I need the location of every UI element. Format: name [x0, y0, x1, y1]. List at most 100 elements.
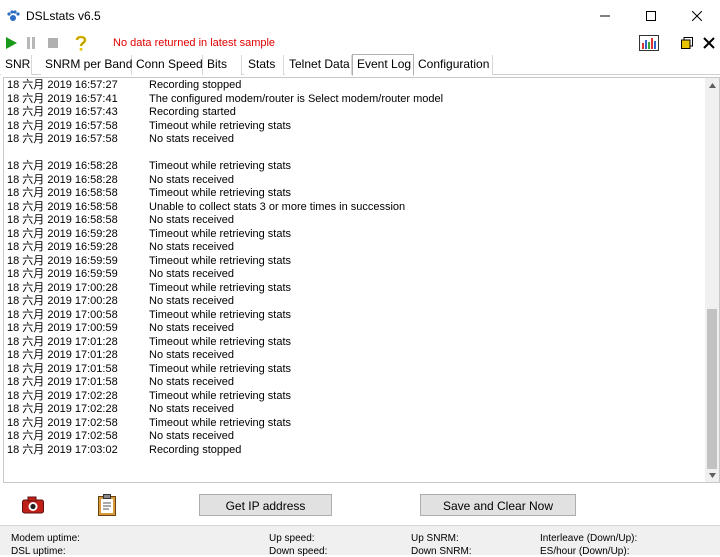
- tab-bits[interactable]: Bits: [203, 55, 242, 75]
- close-icon: [692, 11, 702, 21]
- log-entry: 18 六月 2019 16:59:28 No stats received: [7, 241, 707, 255]
- log-timestamp: 18 六月 2019 17:01:58: [7, 376, 118, 388]
- log-message: Timeout while retrieving stats: [149, 389, 292, 402]
- log-timestamp: 18 六月 2019 17:01:28: [7, 349, 118, 361]
- log-entry: 18 六月 2019 16:57:41 The configured modem/…: [7, 93, 707, 107]
- tab-configuration[interactable]: Configuration: [414, 55, 493, 75]
- log-timestamp: 18 六月 2019 16:57:41: [7, 92, 118, 105]
- log-message: No stats received: [149, 322, 234, 334]
- play-button[interactable]: [2, 34, 20, 52]
- chart-icon: [639, 35, 659, 51]
- camera-icon: [22, 496, 44, 514]
- restore-button[interactable]: [678, 34, 696, 52]
- log-entry: 18 六月 2019 16:58:58 Unable to collect sta…: [7, 201, 707, 215]
- log-timestamp: 18 六月 2019 16:57:58: [7, 119, 118, 132]
- log-entry: 18 六月 2019 16:57:43 Recording started: [7, 106, 707, 120]
- app-icon: [6, 9, 20, 23]
- event-log[interactable]: 18 六月 2019 16:57:27 Recording stopped 18 六…: [3, 77, 720, 483]
- down-snrm-label: Down SNRM:: [411, 546, 472, 557]
- log-entry: 18 六月 2019 16:57:58 Timeout while retriev…: [7, 120, 707, 134]
- interleave-label: Interleave (Down/Up):: [540, 533, 638, 544]
- log-entry: 18 六月 2019 16:58:58 No stats received: [7, 214, 707, 228]
- dsl-uptime-label: DSL uptime:: [11, 546, 66, 557]
- save-and-clear-button[interactable]: Save and Clear Now: [420, 494, 576, 516]
- log-timestamp: 18 六月 2019 16:58:58: [7, 214, 118, 226]
- log-entry: 18 六月 2019 17:00:59 No stats received: [7, 322, 707, 336]
- log-entry: 18 六月 2019 16:58:28 Timeout while retriev…: [7, 160, 707, 174]
- log-timestamp: 18 六月 2019 16:59:28: [7, 241, 118, 253]
- chevron-down-icon: [708, 472, 716, 478]
- log-timestamp: 18 六月 2019 17:03:02: [7, 443, 118, 456]
- log-message: Timeout while retrieving stats: [149, 119, 292, 132]
- maximize-button[interactable]: [628, 0, 674, 32]
- log-message: No stats received: [149, 173, 234, 186]
- minimize-button[interactable]: [582, 0, 628, 32]
- stats-footer: Modem uptime: DSL uptime: Up speed: Down…: [0, 525, 720, 557]
- log-timestamp: 18 六月 2019 17:00:28: [7, 281, 118, 294]
- log-timestamp: 18 六月 2019 17:00:58: [7, 308, 118, 321]
- event-log-body: 18 六月 2019 16:57:27 Recording stopped 18 六…: [7, 79, 707, 457]
- help-button[interactable]: [72, 34, 90, 52]
- log-timestamp: 18 六月 2019 17:02:58: [7, 416, 118, 429]
- log-scrollbar[interactable]: [705, 78, 719, 482]
- log-message: No stats received: [149, 349, 234, 361]
- log-timestamp: 18 六月 2019 16:58:28: [7, 173, 118, 186]
- log-entry: 18 六月 2019 16:59:59 Timeout while retriev…: [7, 255, 707, 269]
- down-speed-label: Down speed:: [269, 546, 328, 557]
- log-entry: 18 六月 2019 17:01:28 No stats received: [7, 349, 707, 363]
- log-message: Timeout while retrieving stats: [149, 227, 292, 240]
- log-timestamp: 18 六月 2019 17:02:28: [7, 389, 118, 402]
- scroll-thumb[interactable]: [707, 309, 717, 469]
- scroll-down-button[interactable]: [705, 468, 719, 482]
- log-timestamp: 18 六月 2019 16:59:59: [7, 268, 118, 280]
- log-timestamp: 18 六月 2019 17:02:28: [7, 403, 118, 415]
- log-message: Timeout while retrieving stats: [149, 362, 292, 375]
- log-timestamp: 18 六月 2019 16:57:27: [7, 79, 118, 91]
- toolbar: No data returned in latest sample: [0, 32, 720, 54]
- pause-button[interactable]: [22, 34, 40, 52]
- log-timestamp: 18 六月 2019 17:02:58: [7, 430, 118, 442]
- chevron-up-icon: [708, 82, 716, 88]
- log-entry: 18 六月 2019 17:02:58 No stats received: [7, 430, 707, 444]
- restore-icon: [681, 37, 693, 49]
- tab-snrm-per-band[interactable]: SNRM per Band: [41, 55, 132, 75]
- log-message: No stats received: [149, 268, 234, 280]
- chart-button[interactable]: [638, 34, 660, 52]
- app-window: DSLstats v6.5 No data returned in latest…: [0, 0, 720, 557]
- log-message: No stats received: [149, 241, 234, 253]
- clipboard-button[interactable]: [98, 494, 116, 516]
- log-timestamp: 18 六月 2019 17:00:28: [7, 295, 118, 307]
- scroll-up-button[interactable]: [705, 78, 719, 92]
- tab-snr[interactable]: SNR: [1, 55, 32, 75]
- log-timestamp: 18 六月 2019 16:58:58: [7, 187, 118, 199]
- log-timestamp: 18 六月 2019 17:01:28: [7, 335, 118, 348]
- tab-event-log[interactable]: Event Log: [352, 54, 414, 76]
- close-button[interactable]: [674, 0, 720, 32]
- log-message: No stats received: [149, 403, 234, 415]
- stop-button[interactable]: [44, 34, 62, 52]
- log-message: No stats received: [149, 430, 234, 442]
- action-bar: Get IP address Save and Clear Now: [0, 486, 720, 524]
- camera-button[interactable]: [22, 496, 44, 514]
- clipboard-icon: [98, 494, 116, 516]
- log-entry: 18 六月 2019 16:57:58 No stats received: [7, 133, 707, 147]
- status-message: No data returned in latest sample: [113, 37, 276, 49]
- tab-conn-speed[interactable]: Conn Speed: [132, 55, 203, 75]
- log-timestamp: 18 六月 2019 17:01:58: [7, 362, 118, 375]
- tab-telnet-data[interactable]: Telnet Data: [285, 55, 352, 75]
- log-message: The configured modem/router is Select mo…: [149, 92, 444, 105]
- log-timestamp: 18 六月 2019 16:57:43: [7, 106, 118, 118]
- log-timestamp: 18 六月 2019 16:58:28: [7, 160, 118, 172]
- log-message: Recording stopped: [149, 443, 242, 456]
- minimize-icon: [600, 15, 610, 17]
- log-entry: 18 六月 2019 17:01:58 Timeout while retriev…: [7, 363, 707, 377]
- log-message: Timeout while retrieving stats: [149, 187, 292, 199]
- log-message: Unable to collect stats 3 or more times …: [149, 200, 406, 213]
- get-ip-address-button[interactable]: Get IP address: [199, 494, 332, 516]
- tab-stats[interactable]: Stats: [244, 55, 284, 75]
- play-icon: [6, 37, 17, 49]
- stop-icon: [48, 38, 58, 48]
- toolbar-close-button[interactable]: [700, 34, 718, 52]
- log-entry: [7, 147, 707, 161]
- modem-uptime-label: Modem uptime:: [11, 533, 80, 544]
